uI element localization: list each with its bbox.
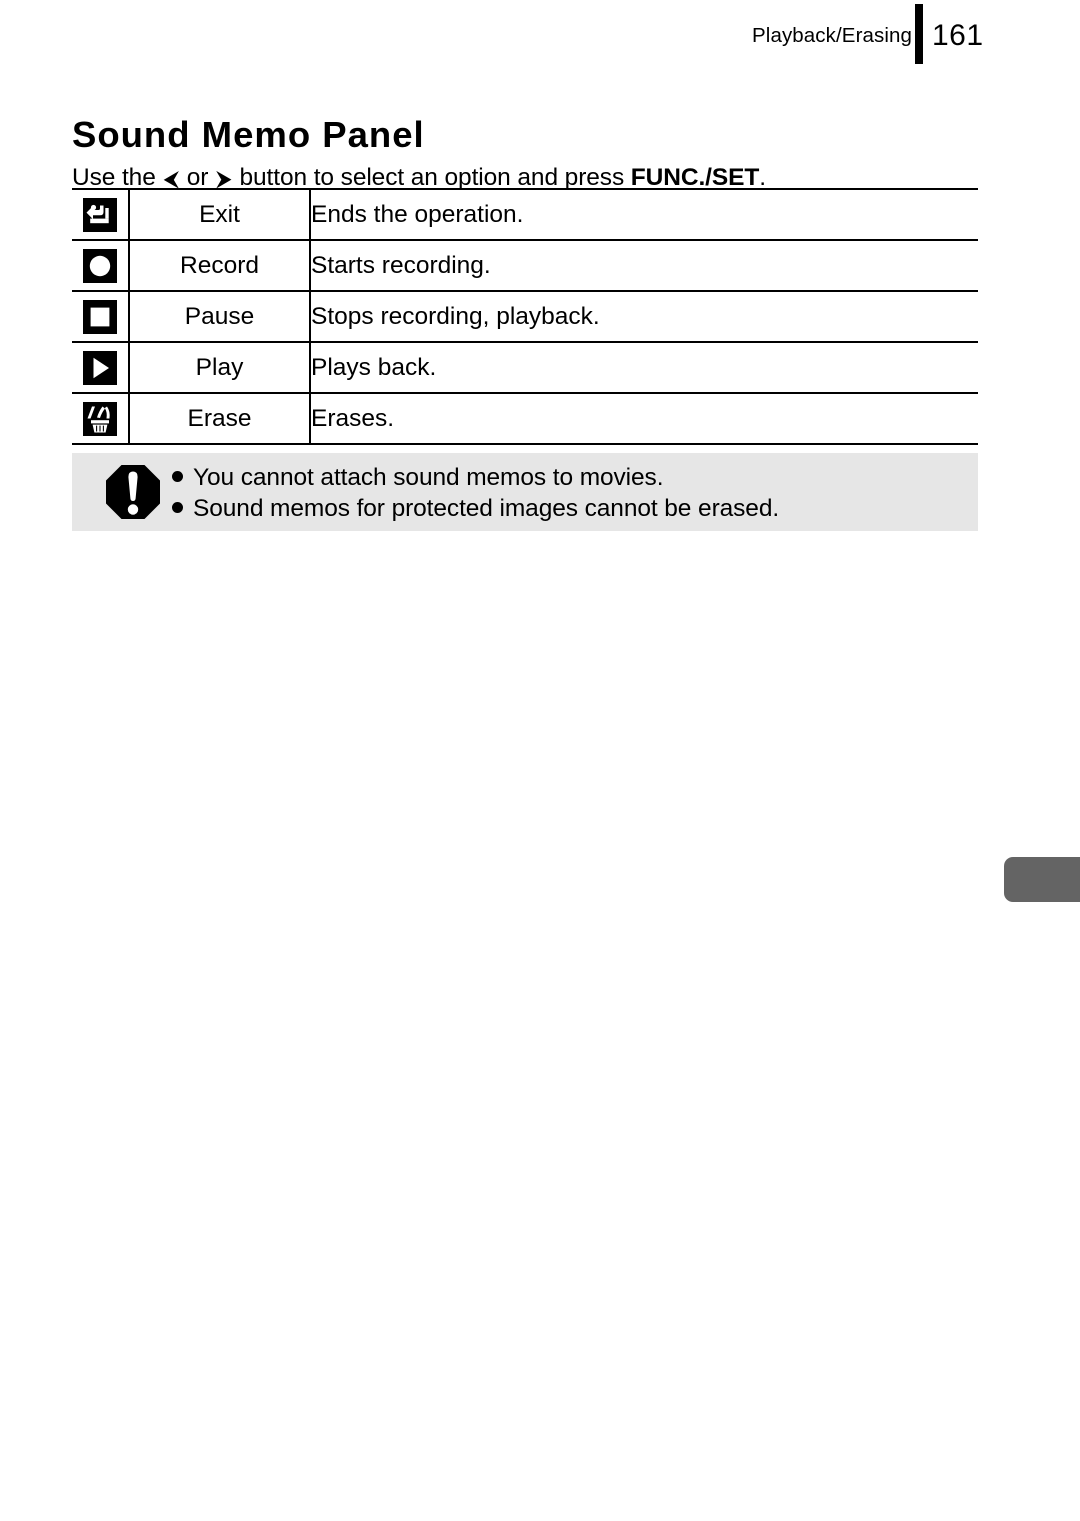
instruction-emphasis: FUNC./SET — [630, 163, 760, 191]
table-cell-description: Plays back. — [310, 341, 978, 393]
table-row: Play Plays back. — [72, 341, 978, 393]
header-divider-bar — [915, 4, 923, 64]
left-arrow-icon: ⮜ — [163, 165, 179, 191]
caution-note-list: You cannot attach sound memos to movies.… — [172, 462, 970, 524]
table-row: Exit Ends the operation. — [72, 188, 978, 240]
stop-square-icon — [83, 299, 117, 334]
page-number: 161 — [932, 19, 984, 52]
list-item: Sound memos for protected images cannot … — [172, 493, 970, 524]
page-header: Playback/Erasing 161 — [0, 0, 1080, 72]
list-item: You cannot attach sound memos to movies. — [172, 462, 970, 493]
bullet-icon — [172, 471, 183, 483]
record-circle-icon — [83, 248, 117, 283]
note-text: Sound memos for protected images cannot … — [193, 495, 780, 522]
table-row: Pause Stops recording, playback. — [72, 290, 978, 342]
table-cell-icon — [72, 239, 130, 291]
caution-note-box: You cannot attach sound memos to movies.… — [72, 453, 978, 531]
table-cell-description: Stops recording, playback. — [310, 290, 978, 342]
page-title: Sound Memo Panel — [72, 114, 425, 156]
instruction-suffix: button to select an option and press — [232, 163, 631, 191]
table-cell-option-name: Erase — [129, 392, 311, 445]
note-text: You cannot attach sound memos to movies. — [193, 464, 664, 491]
table-cell-icon — [72, 392, 130, 445]
trash-erase-icon — [83, 401, 117, 436]
table-cell-icon — [72, 188, 130, 240]
sound-memo-options-table: Exit Ends the operation. Record Starts r… — [72, 188, 978, 445]
right-arrow-icon: ⮞ — [215, 165, 232, 191]
table-row: Erase Erases. — [72, 392, 978, 445]
bullet-icon — [172, 502, 183, 514]
instruction-period: . — [759, 163, 766, 191]
thumb-index-tab — [1004, 857, 1080, 902]
exclamation-octagon-icon — [104, 463, 162, 521]
table-cell-icon — [72, 341, 130, 393]
table-cell-option-name: Pause — [129, 290, 311, 342]
table-cell-description: Ends the operation. — [310, 188, 978, 240]
table-cell-description: Starts recording. — [310, 239, 978, 291]
table-cell-option-name: Play — [129, 341, 311, 393]
instruction-prefix: Use the — [72, 163, 163, 191]
play-triangle-icon — [83, 350, 117, 385]
table-row: Record Starts recording. — [72, 239, 978, 291]
table-cell-description: Erases. — [310, 392, 978, 445]
table-cell-icon — [72, 290, 130, 342]
table-cell-option-name: Record — [129, 239, 311, 291]
instruction-middle: or — [179, 163, 215, 191]
table-cell-option-name: Exit — [129, 188, 311, 240]
header-section-label: Playback/Erasing — [752, 24, 912, 47]
return-arrow-icon — [83, 197, 117, 232]
